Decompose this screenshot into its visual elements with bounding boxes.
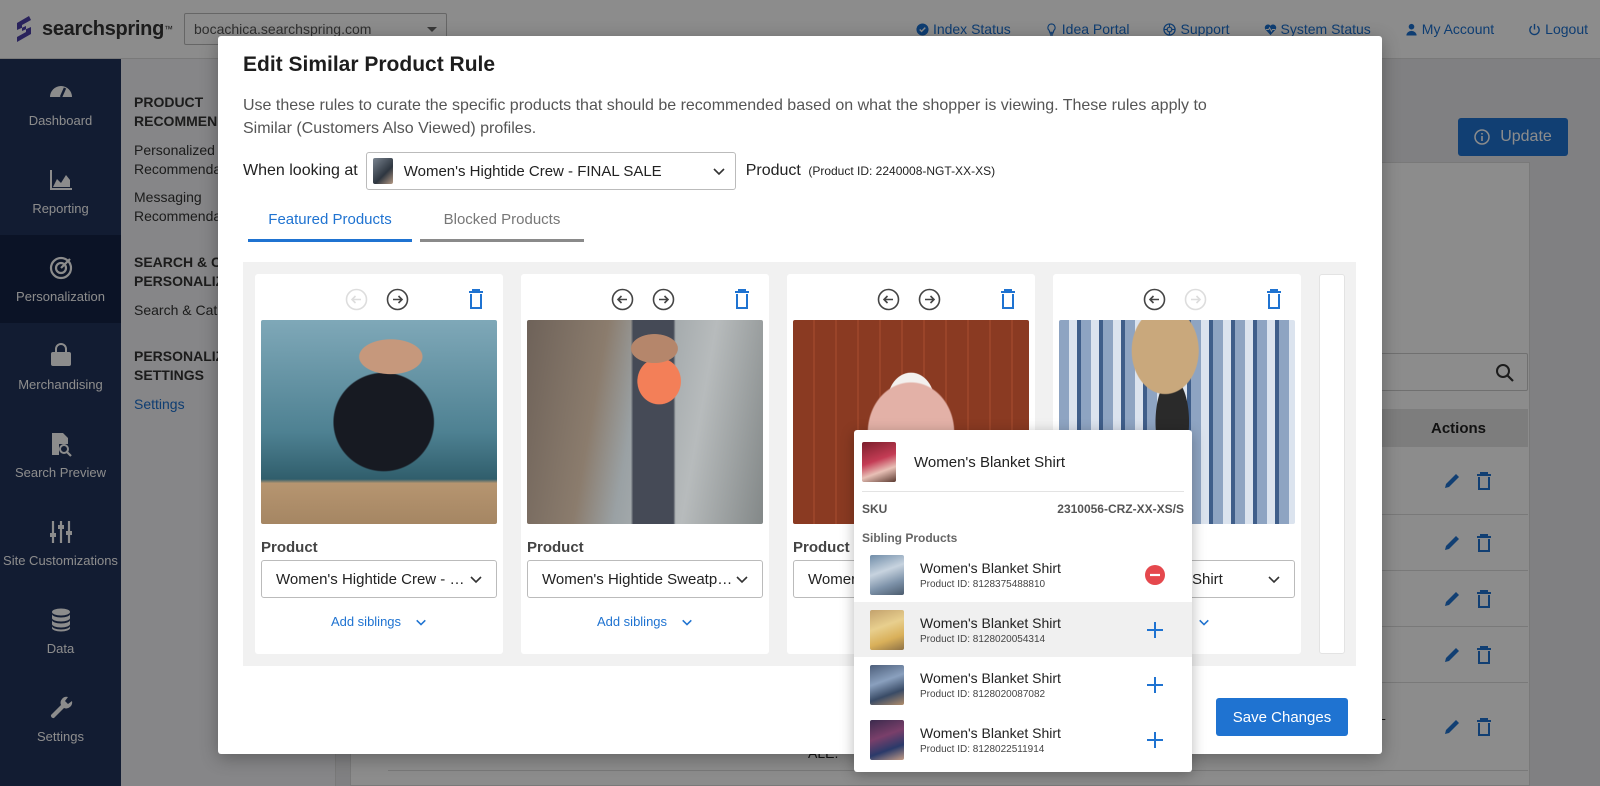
selected-product-header: Women's Blanket Shirt — [862, 442, 1065, 482]
sku-value: 2310056-CRZ-XX-XS/S — [1057, 502, 1184, 516]
product-field-label: Product — [261, 539, 318, 556]
remove-circle-icon[interactable] — [1144, 564, 1166, 586]
product-select-value: Shirt — [1192, 570, 1223, 588]
trash-icon[interactable] — [733, 288, 751, 310]
sibling-product-item[interactable]: Women's Blanket Shirt Product ID: 812802… — [854, 712, 1192, 767]
trash-icon[interactable] — [467, 288, 485, 310]
sibling-product-name: Women's Blanket Shirt — [920, 669, 1061, 686]
sibling-product-id: Product ID: 8128375488810 — [920, 578, 1046, 590]
product-select[interactable]: Women's Hightide Sweatpant — [527, 560, 763, 598]
sibling-product-id: Product ID: 8128020087082 — [920, 688, 1046, 700]
chevron-down-icon — [682, 619, 692, 626]
product-thumbnail — [870, 664, 904, 705]
sibling-product-item[interactable]: Women's Blanket Shirt Product ID: 812837… — [854, 547, 1192, 602]
add-siblings-toggle[interactable]: Add siblings — [255, 614, 503, 629]
featured-product-card: Product Women's Hightide Sweatpant Add s… — [521, 274, 769, 654]
selected-product-name: Women's Blanket Shirt — [914, 453, 1065, 471]
sibling-product-id: Product ID: 8128020054314 — [920, 633, 1046, 645]
product-thumbnail — [870, 554, 904, 595]
move-left-icon[interactable] — [1143, 288, 1166, 311]
chevron-down-icon — [1268, 576, 1280, 584]
product-type: Product (Product ID: 2240008-NGT-XX-XS) — [746, 162, 995, 180]
product-field-label: Product — [527, 539, 584, 556]
modal-title: Edit Similar Product Rule — [243, 53, 496, 76]
sibling-product-id: Product ID: 8128022511914 — [920, 743, 1045, 755]
save-changes-button[interactable]: Save Changes — [1216, 698, 1348, 736]
plus-icon[interactable] — [1144, 674, 1166, 696]
chevron-down-icon — [470, 576, 482, 584]
looking-at-label: When looking at — [243, 162, 358, 179]
sku-label: SKU — [862, 502, 888, 516]
product-thumbnail — [870, 609, 904, 650]
product-field-label: Product — [793, 539, 850, 556]
sku-row: SKU 2310056-CRZ-XX-XS/S — [862, 491, 1184, 516]
move-left-icon — [345, 288, 368, 311]
product-thumbnail — [862, 442, 896, 482]
chevron-down-icon — [713, 168, 725, 176]
move-right-icon — [1184, 288, 1207, 311]
sibling-products-dropdown: Women's Blanket Shirt SKU 2310056-CRZ-XX… — [854, 430, 1192, 772]
plus-icon[interactable] — [1144, 619, 1166, 641]
sibling-product-name: Women's Blanket Shirt — [920, 614, 1061, 631]
plus-icon[interactable] — [1144, 729, 1166, 751]
rule-tabs: Featured Products Blocked Products — [248, 200, 592, 242]
sibling-product-name: Women's Blanket Shirt — [920, 724, 1061, 741]
looking-at-row: When looking at Women's Hightide Crew - … — [243, 152, 995, 190]
chevron-down-icon — [1198, 619, 1209, 626]
product-type-label: Product — [745, 162, 801, 179]
product-thumbnail — [870, 719, 904, 760]
product-image — [527, 320, 763, 524]
trash-icon[interactable] — [999, 288, 1017, 310]
edit-similar-product-rule-modal: Edit Similar Product Rule Use these rule… — [218, 36, 1382, 754]
product-select-value: Women's Hightide Sweatpant — [542, 570, 735, 588]
product-thumbnail — [372, 158, 393, 184]
move-left-icon[interactable] — [877, 288, 900, 311]
trash-icon[interactable] — [1265, 288, 1283, 310]
featured-product-card: Product Women's Hightide Crew - FINAL SA… — [255, 274, 503, 654]
add-siblings-toggle[interactable]: Add siblings — [521, 614, 769, 629]
tab-featured-products[interactable]: Featured Products — [248, 200, 412, 242]
product-select[interactable]: Women's Hightide Crew - FINAL SALE — [261, 560, 497, 598]
product-id-text: (Product ID: 2240008-NGT-XX-XS) — [808, 164, 996, 178]
looking-at-product-select[interactable]: Women's Hightide Crew - FINAL SALE — [365, 152, 736, 190]
sibling-products-label: Sibling Products — [862, 531, 958, 545]
product-select-value: Women's Hightide Crew - FINAL SALE — [276, 570, 469, 588]
move-left-icon[interactable] — [611, 288, 634, 311]
sibling-product-item[interactable]: Women's Blanket Shirt Product ID: 812802… — [854, 602, 1192, 657]
sibling-product-name: Women's Blanket Shirt — [920, 559, 1061, 576]
add-siblings-label: Add siblings — [596, 614, 668, 629]
featured-product-card — [1319, 274, 1345, 654]
chevron-down-icon — [736, 576, 748, 584]
move-right-icon[interactable] — [386, 288, 409, 311]
modal-description: Use these rules to curate the specific p… — [243, 97, 1207, 137]
add-siblings-label: Add siblings — [330, 614, 402, 629]
move-right-icon[interactable] — [652, 288, 675, 311]
tab-blocked-products[interactable]: Blocked Products — [420, 200, 584, 242]
product-image — [261, 320, 497, 524]
move-right-icon[interactable] — [918, 288, 941, 311]
chevron-down-icon — [416, 619, 426, 626]
looking-at-product-value: Women's Hightide Crew - FINAL SALE — [403, 162, 662, 180]
sibling-product-item[interactable]: Women's Blanket Shirt Product ID: 812802… — [854, 657, 1192, 712]
